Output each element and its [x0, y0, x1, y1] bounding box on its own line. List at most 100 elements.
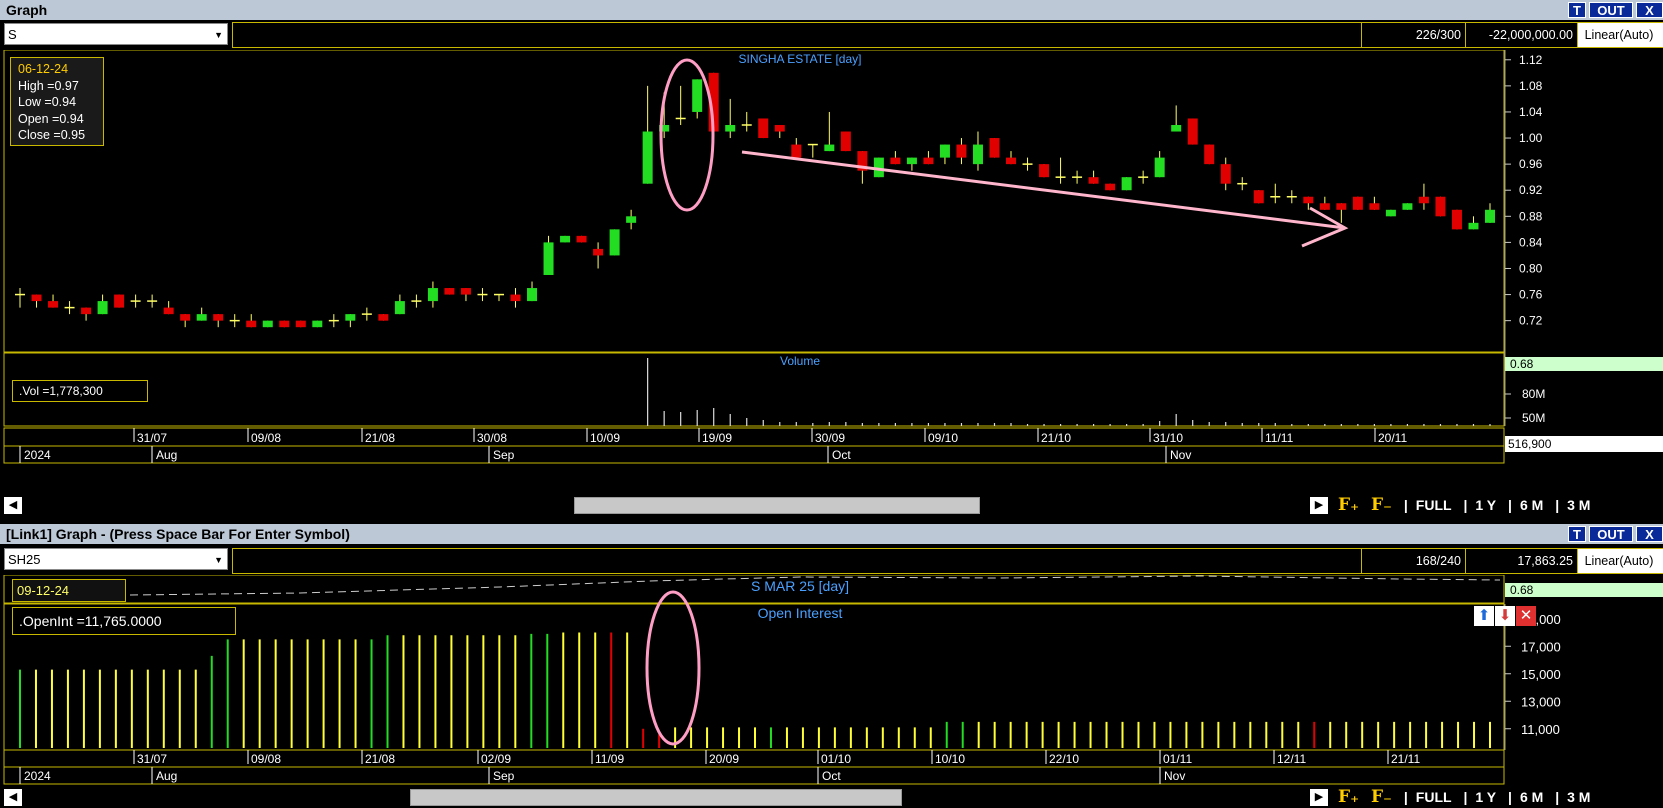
ohlc-date: 06-12-24 [18, 62, 69, 76]
candle-body [791, 144, 802, 158]
oi-tick-label: 15,000 [1521, 667, 1561, 682]
candle-body [81, 307, 92, 315]
volume-marker: 516,900 [1508, 437, 1552, 451]
x-tick-label: 31/07 [137, 431, 167, 445]
top-scroll-thumb[interactable] [574, 497, 980, 514]
ohlc-low: Low =0.94 [18, 95, 77, 109]
range-3m-button[interactable]: 3 M [1567, 789, 1590, 805]
volume-pane-frame [3, 352, 1505, 427]
x-tick-label: 09/08 [251, 431, 281, 445]
candle-body [840, 131, 851, 152]
scroll-right-icon[interactable]: ▶ [1310, 789, 1328, 806]
top-close-button[interactable]: X [1636, 2, 1663, 18]
top-symbol-input[interactable]: S ▼ [4, 23, 228, 45]
candle-body [213, 314, 224, 321]
oi-x-tick-label: 21/11 [1391, 752, 1420, 766]
bottom-date: 09-12-24 [12, 579, 126, 602]
candle-body [97, 301, 108, 315]
volume-title: Volume [780, 354, 820, 368]
candle-body [1220, 164, 1231, 184]
month-label: Oct [832, 448, 851, 462]
y-tick-label: 0.72 [1519, 314, 1543, 328]
range-1y-button[interactable]: 1 Y [1475, 497, 1496, 513]
range-full-button[interactable]: FULL [1416, 497, 1452, 513]
oi-x-tick-label: 01/10 [821, 752, 851, 766]
x-tick-label: 10/09 [590, 431, 620, 445]
candle-body [1088, 177, 1099, 184]
font-increase-icon[interactable]: F₊ [1338, 787, 1359, 807]
y-tick-label: 1.04 [1519, 105, 1543, 119]
top-infobar: 226/300 -22,000,000.00 Linear(Auto) [232, 22, 1663, 48]
arrow-up-icon[interactable]: ⬆ [1474, 606, 1494, 626]
bottom-window-titlebar: [Link1] Graph - (Press Space Bar For Ent… [0, 524, 1663, 544]
scroll-left-icon[interactable]: ◀ [4, 789, 22, 806]
bottom-scrollbar[interactable]: ◀ ▶ F₊ F₋ | FULL | 1 Y | 6 M | 3 M [0, 786, 1663, 808]
ohlc-box: 06-12-24 High =0.97 Low =0.94 Open =0.94… [10, 57, 104, 146]
top-scale-selector[interactable]: Linear(Auto) [1577, 23, 1663, 47]
font-increase-icon[interactable]: F₊ [1338, 495, 1359, 515]
candle-body [1121, 177, 1132, 191]
bottom-window-title: [Link1] Graph - (Press Space Bar For Ent… [6, 526, 350, 542]
openint-legend: .OpenInt =11,765.0000 [12, 607, 236, 635]
oi-month-label: Oct [822, 769, 841, 783]
candle-body [1468, 222, 1479, 230]
bottom-out-button[interactable]: OUT [1589, 526, 1633, 542]
top-out-button[interactable]: OUT [1589, 2, 1633, 18]
candle-body [1385, 209, 1396, 217]
candle-body [444, 288, 455, 295]
bottom-scale-selector[interactable]: Linear(Auto) [1577, 549, 1663, 573]
candle-body [593, 248, 604, 256]
price-chart[interactable]: 1.12 1.08 1.04 1.00 0.96 0.92 0.88 0.84 0.80 0.76… [0, 50, 1663, 505]
candle-body [279, 320, 290, 328]
y-tick-label: 0.80 [1519, 261, 1543, 275]
candle-body [1006, 157, 1017, 165]
bottom-close-button[interactable]: X [1636, 526, 1663, 542]
top-t-button[interactable]: T [1568, 2, 1586, 18]
bottom-symbol-input[interactable]: SH25 ▼ [4, 548, 228, 570]
range-full-button[interactable]: FULL [1416, 789, 1452, 805]
oi-x-tick-label: 12/11 [1277, 752, 1306, 766]
font-decrease-icon[interactable]: F₋ [1371, 787, 1392, 807]
candle-body [1451, 209, 1462, 230]
candle-body [758, 118, 769, 139]
oi-x-tick-label: 02/09 [481, 752, 511, 766]
range-3m-button[interactable]: 3 M [1567, 497, 1590, 513]
x-tick-label: 20/11 [1378, 431, 1407, 445]
scroll-left-icon[interactable]: ◀ [4, 497, 22, 514]
oi-month-label: Nov [1164, 769, 1185, 783]
open-interest-chart[interactable]: 0.68S MAR 25 [day]Open Interest 19,00017,… [0, 575, 1663, 785]
candle-body [1204, 144, 1215, 165]
x-tick-label: 09/10 [928, 431, 958, 445]
font-decrease-icon[interactable]: F₋ [1371, 495, 1392, 515]
oi-x-tick-label: 31/07 [137, 752, 167, 766]
candle-body [939, 144, 950, 158]
candle-body [114, 294, 125, 308]
candle-body [1154, 157, 1165, 178]
volume-tick: 50M [1522, 411, 1545, 425]
range-1y-button[interactable]: 1 Y [1475, 789, 1496, 805]
range-6m-button[interactable]: 6 M [1520, 497, 1543, 513]
candle-body [890, 157, 901, 165]
candle-body [345, 314, 356, 321]
y-tick-label: 1.00 [1519, 131, 1543, 145]
scroll-right-icon[interactable]: ▶ [1310, 497, 1328, 514]
candle-body [824, 144, 835, 152]
ohlc-open: Open =0.94 [18, 111, 84, 126]
arrow-down-icon[interactable]: ⬇ [1495, 606, 1515, 626]
bottom-t-button[interactable]: T [1568, 526, 1586, 542]
close-icon[interactable]: ✕ [1516, 606, 1536, 626]
oi-month-label: 2024 [24, 769, 51, 783]
range-6m-button[interactable]: 6 M [1520, 789, 1543, 805]
candle-body [989, 138, 1000, 158]
candle-body [262, 320, 273, 328]
chart-title: SINGHA ESTATE [day] [739, 52, 862, 66]
top-scrollbar[interactable]: ◀ ▶ F₊ F₋ | FULL | 1 Y | 6 M | 3 M [0, 494, 1663, 516]
candle-body [972, 144, 983, 165]
candle-body [956, 144, 967, 158]
top-window-title: Graph [6, 2, 48, 18]
candle-body [163, 307, 174, 315]
oi-x-tick-label: 20/09 [709, 752, 739, 766]
bottom-scroll-thumb[interactable] [410, 789, 902, 806]
chevron-down-icon[interactable]: ▼ [214, 549, 223, 571]
chevron-down-icon[interactable]: ▼ [214, 24, 223, 46]
